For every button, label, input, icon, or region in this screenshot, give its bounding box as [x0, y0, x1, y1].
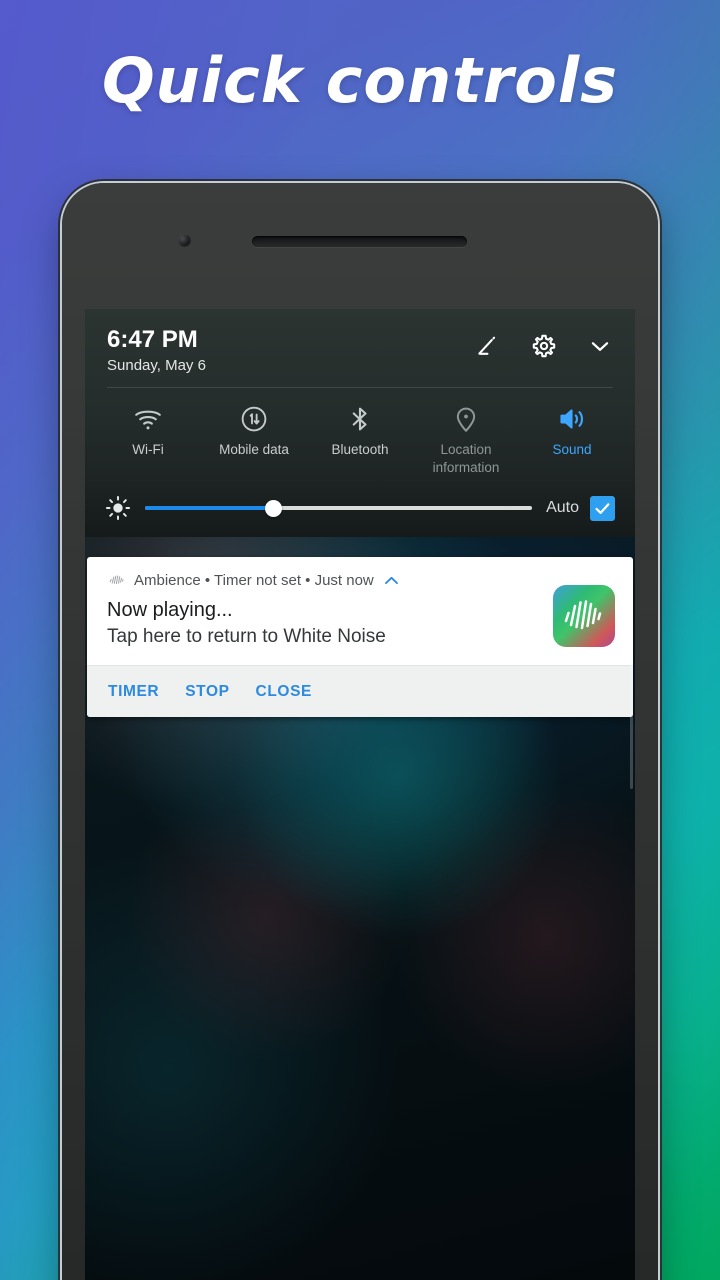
quick-settings-actions: [475, 327, 613, 359]
ambience-waveform-icon: [107, 571, 126, 590]
chevron-down-icon[interactable]: [587, 333, 613, 359]
phone-bezel: 6:47 PM Sunday, May 6 Wi-Fi Mobile data …: [62, 183, 658, 1280]
brightness-icon: [105, 495, 131, 521]
auto-label: Auto: [546, 499, 579, 517]
location-pin-icon: [451, 404, 481, 434]
earpiece-speaker-icon: [252, 236, 467, 247]
timer-button[interactable]: TIMER: [95, 673, 172, 711]
tile-sound[interactable]: Sound: [519, 404, 625, 477]
notification-text-block: Ambience • Timer not set • Just now Now …: [107, 571, 541, 651]
phone-screen: 6:47 PM Sunday, May 6 Wi-Fi Mobile data …: [85, 309, 635, 1280]
front-camera-dot-icon: [178, 234, 191, 247]
tile-location-information[interactable]: Location information: [413, 404, 519, 477]
tile-label: Bluetooth: [331, 441, 389, 457]
auto-checkbox[interactable]: [590, 495, 615, 521]
edit-icon[interactable]: [475, 333, 501, 359]
bluetooth-icon: [345, 404, 375, 434]
notification-card[interactable]: Ambience • Timer not set • Just now Now …: [87, 557, 633, 718]
shade-scrollbar[interactable]: [630, 559, 633, 789]
notification-body[interactable]: Ambience • Timer not set • Just now Now …: [87, 557, 633, 665]
notification-title: Now playing...: [107, 599, 233, 621]
phone-device-frame: 6:47 PM Sunday, May 6 Wi-Fi Mobile data …: [62, 183, 658, 1280]
wifi-icon: [133, 404, 163, 434]
clock-date: Sunday, May 6: [107, 356, 206, 374]
tile-mobile-data[interactable]: Mobile data: [201, 404, 307, 477]
clock-time: 6:47 PM: [107, 326, 198, 353]
tile-bluetooth[interactable]: Bluetooth: [307, 404, 413, 477]
slider-thumb[interactable]: [264, 500, 282, 518]
auto-brightness-toggle[interactable]: Auto: [546, 495, 615, 521]
tile-wifi[interactable]: Wi-Fi: [95, 404, 201, 477]
tile-label: Location information: [432, 441, 500, 476]
notification-meta-row: Ambience • Timer not set • Just now: [107, 571, 541, 590]
tile-label: Wi-Fi: [132, 441, 164, 457]
brightness-row: Auto: [85, 483, 635, 537]
mobile-data-icon: [239, 404, 269, 434]
quick-settings-panel: 6:47 PM Sunday, May 6 Wi-Fi Mobile data …: [85, 309, 635, 538]
checkmark-icon: [595, 503, 610, 514]
clock-block: 6:47 PM Sunday, May 6: [107, 326, 475, 374]
notification-actions: TIMER STOP CLOSE: [87, 665, 633, 718]
tile-label: Mobile data: [219, 441, 289, 457]
notification-subtitle: Tap here to return to White Noise: [107, 626, 386, 648]
notification-meta-text: Ambience • Timer not set • Just now: [134, 572, 374, 589]
tile-label: Sound: [552, 441, 592, 457]
sound-icon: [557, 404, 587, 434]
quick-settings-tiles: Wi-Fi Mobile data Bluetooth Location inf…: [85, 388, 635, 483]
ambience-app-icon: [553, 585, 615, 647]
brightness-slider[interactable]: [145, 498, 533, 518]
gear-icon[interactable]: [531, 333, 557, 359]
page-title: Quick controls: [101, 44, 619, 117]
close-button[interactable]: CLOSE: [243, 673, 325, 711]
quick-settings-header: 6:47 PM Sunday, May 6: [85, 309, 635, 388]
stop-button[interactable]: STOP: [172, 673, 242, 711]
slider-fill: [145, 506, 273, 511]
chevron-up-icon[interactable]: [382, 571, 401, 590]
screenshot-root: Quick controls 6:47 PM Sunday, May 6 Wi-…: [0, 0, 720, 1280]
